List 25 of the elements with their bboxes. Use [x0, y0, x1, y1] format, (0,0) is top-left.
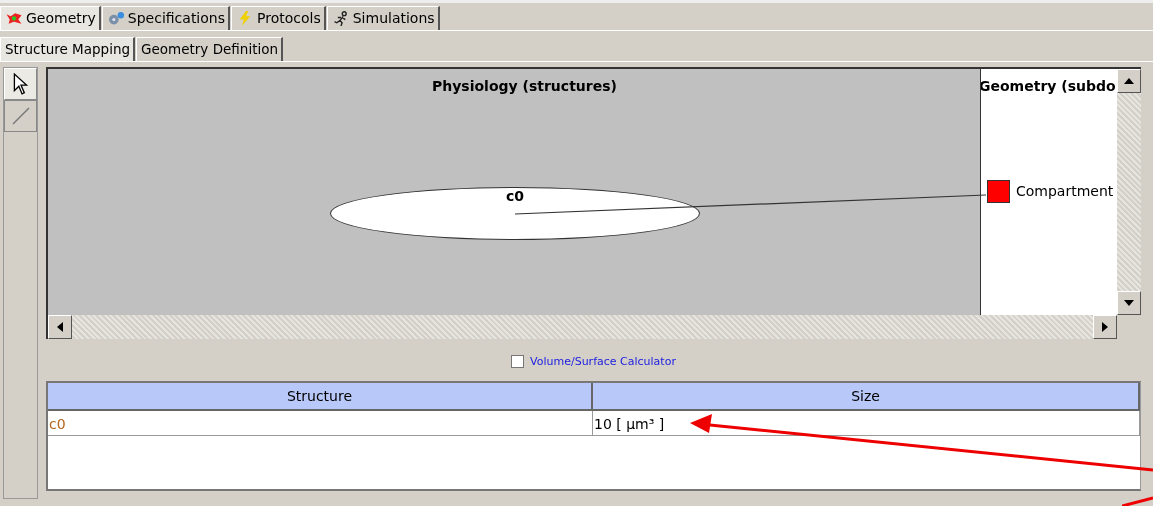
- checkbox[interactable]: [511, 354, 525, 368]
- tab[interactable]: Specifications: [101, 6, 230, 30]
- structure-node[interactable]: c0: [330, 187, 700, 240]
- subdomain-node[interactable]: [987, 180, 1010, 203]
- right-arrow-icon: [1102, 322, 1108, 332]
- tab[interactable]: Geometry: [0, 6, 101, 30]
- horizontal-scrollbar[interactable]: [48, 315, 1141, 339]
- column-header[interactable]: Structure: [48, 383, 593, 411]
- up-arrow-icon: [1124, 78, 1134, 84]
- left-arrow-icon: [57, 322, 63, 332]
- column-header[interactable]: Size: [593, 383, 1140, 411]
- vertical-scrollbar[interactable]: [1117, 69, 1141, 315]
- blob-icon: [5, 10, 23, 26]
- checkbox-label[interactable]: Volume/Surface Calculator: [530, 354, 676, 368]
- down-arrow-icon: [1124, 300, 1134, 306]
- panel-title: Physiology (structures): [432, 78, 617, 94]
- tab[interactable]: Simulations: [326, 6, 440, 30]
- table-cell: c0: [48, 411, 593, 436]
- gears-icon: [106, 10, 125, 26]
- annotation-line: [1122, 496, 1153, 506]
- tab[interactable]: Structure Mapping: [0, 37, 136, 61]
- subdomain-label: Compartment: [1016, 183, 1114, 199]
- line-icon: [10, 105, 31, 127]
- tab[interactable]: Protocols: [231, 6, 326, 30]
- tab[interactable]: Geometry Definition: [136, 37, 283, 61]
